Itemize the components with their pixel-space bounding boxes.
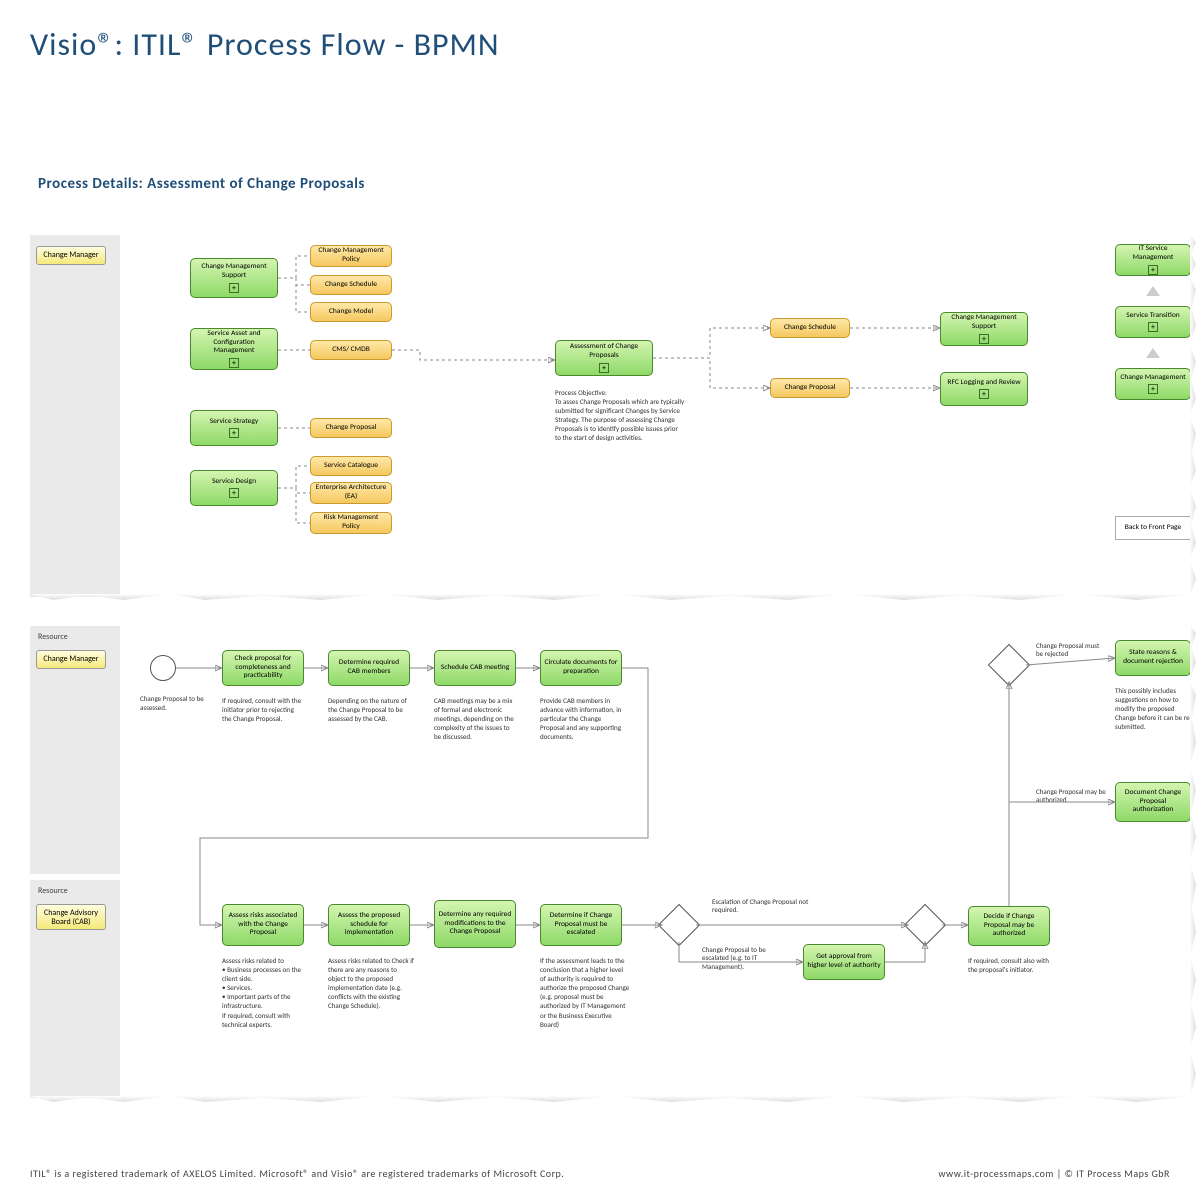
step-circulate-docs[interactable]: Circulate documents for preparation (540, 650, 622, 686)
torn-edge-mid (30, 594, 1195, 600)
doc-change-schedule-out[interactable]: Change Schedule (770, 318, 850, 338)
step-decide-desc: If required, consult also with the propo… (968, 956, 1050, 974)
step-check-desc: If required, consult with the initiator … (222, 696, 304, 723)
box-change-mgmt-support-out[interactable]: Change Management Support+ (940, 312, 1028, 346)
box-change-mgmt-parent[interactable]: Change Management+ (1115, 368, 1191, 400)
step-check-proposal[interactable]: Check proposal for completeness and prac… (222, 650, 304, 686)
step-assess-schedule-desc: Assess risks related to Check if there a… (328, 956, 414, 1011)
lane-cab: Change Advisory Board (CAB) (36, 904, 106, 930)
gateway-merge (904, 904, 946, 946)
step-determine-cab[interactable]: Determine required CAB members (328, 650, 410, 686)
label-auth: Change Proposal may be authorized (1036, 788, 1108, 805)
step-determine-mods[interactable]: Determine any required modifications to … (434, 900, 516, 948)
lane-change-manager-lower: Change Manager (36, 650, 106, 669)
assessment-description: Process Objective: To asses Change Propo… (555, 388, 685, 443)
footer: ITIL® is a registered trademark of AXELO… (30, 1167, 1170, 1180)
torn-edge-bottom (30, 1096, 1195, 1102)
page-title: Visio®: ITIL® Process Flow - BPMN (30, 25, 500, 64)
lane-bg-upper (30, 235, 120, 597)
step-determine-desc: Depending on the nature of the Change Pr… (328, 696, 410, 723)
box-it-service-mgmt[interactable]: IT Service Management+ (1115, 244, 1191, 276)
lane-change-manager-upper: Change Manager (36, 246, 106, 265)
doc-change-proposal-out[interactable]: Change Proposal (770, 378, 850, 398)
doc-cms-cmdb[interactable]: CMS/ CMDB (310, 340, 392, 360)
process-subtitle: Process Details: Assessment of Change Pr… (38, 175, 365, 193)
box-state-reasons-reject[interactable]: State reasons & document rejection (1115, 640, 1191, 676)
step-assess-risks-desc: Assess risks related to • Business proce… (222, 956, 308, 1029)
step-assess-schedule[interactable]: Assess the proposed schedule for impleme… (328, 904, 410, 946)
box-change-mgmt-support[interactable]: Change Management Support+ (190, 258, 278, 298)
hierarchy-arrow-1 (1146, 286, 1160, 296)
box-service-strategy[interactable]: Service Strategy+ (190, 410, 278, 446)
doc-risk-mgmt-policy[interactable]: Risk Management Policy (310, 512, 392, 534)
step-decide-authorize[interactable]: Decide if Change Proposal may be authori… (968, 906, 1050, 946)
reject-desc: This possibly includes suggestions on ho… (1115, 686, 1193, 731)
step-schedule-desc: CAB meetings may be a mix of formal and … (434, 696, 516, 741)
step-assess-risks[interactable]: Assess risks associated with the Change … (222, 904, 304, 946)
doc-enterprise-arch[interactable]: Enterprise Architecture (EA) (310, 482, 392, 504)
box-service-design[interactable]: Service Design+ (190, 470, 278, 506)
torn-edge-right-2 (1190, 624, 1196, 1098)
label-esc-not-req: Escalation of Change Proposal not requir… (712, 898, 812, 915)
gateway-escalation (658, 904, 700, 946)
doc-change-schedule[interactable]: Change Schedule (310, 275, 392, 295)
resource-label-2: Resource (38, 886, 68, 896)
doc-change-proposal[interactable]: Change Proposal (310, 418, 392, 438)
start-desc: Change Proposal to be assessed. (140, 694, 210, 712)
box-rfc-logging-review[interactable]: RFC Logging and Review+ (940, 372, 1028, 406)
doc-service-catalogue[interactable]: Service Catalogue (310, 456, 392, 476)
step-schedule-cab[interactable]: Schedule CAB meeting (434, 650, 516, 686)
doc-change-mgmt-policy[interactable]: Change Management Policy (310, 245, 392, 267)
box-service-asset-config[interactable]: Service Asset and Configuration Manageme… (190, 328, 278, 370)
box-assessment-change-proposals[interactable]: Assessment of Change Proposals+ (555, 340, 653, 376)
start-event (150, 655, 176, 681)
gateway-decision (988, 644, 1030, 686)
step-escalate-desc: If the assessment leads to the conclusio… (540, 956, 630, 1029)
label-esc-req: Change Proposal to be escalated (e.g. to… (702, 946, 792, 971)
footer-left: ITIL® is a registered trademark of AXELO… (30, 1167, 564, 1180)
step-get-approval[interactable]: Get approval from higher level of author… (803, 944, 885, 980)
box-service-transition[interactable]: Service Transition+ (1115, 306, 1191, 338)
torn-edge-right-1 (1190, 235, 1196, 597)
back-to-front-button[interactable]: Back to Front Page (1115, 516, 1191, 540)
step-circulate-desc: Provide CAB members in advance with info… (540, 696, 622, 741)
footer-right: www.it-processmaps.com | © IT Process Ma… (938, 1167, 1170, 1180)
resource-label-1: Resource (38, 632, 68, 642)
step-determine-escalate[interactable]: Determine if Change Proposal must be esc… (540, 904, 622, 946)
hierarchy-arrow-2 (1146, 348, 1160, 358)
box-document-authorization[interactable]: Document Change Proposal authorization (1115, 782, 1191, 822)
label-reject: Change Proposal must be rejected (1036, 642, 1108, 659)
doc-change-model[interactable]: Change Model (310, 302, 392, 322)
